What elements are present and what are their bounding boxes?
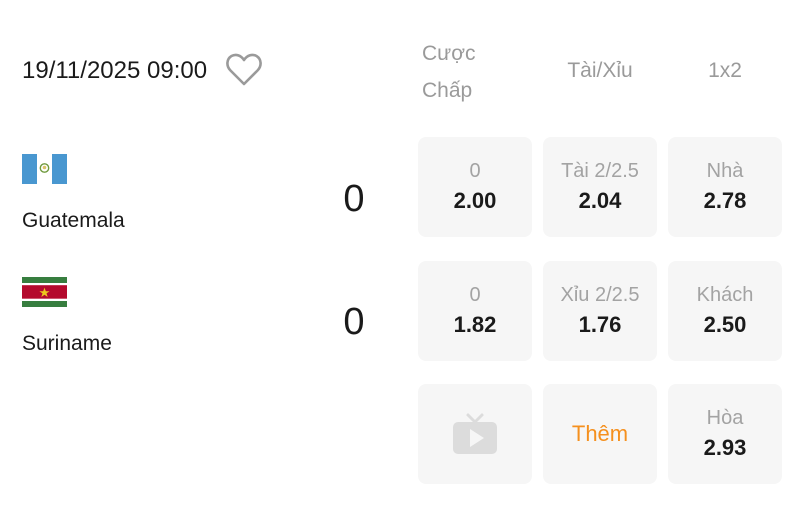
odds-label: Nhà: [706, 160, 744, 182]
odds-value: 2.04: [578, 188, 622, 213]
away-team-name: Suriname: [22, 332, 112, 355]
header-1x2: 1x2: [708, 59, 742, 82]
away-score: 0: [343, 301, 365, 343]
home-score: 0: [343, 178, 365, 220]
live-tv-button[interactable]: [418, 384, 532, 484]
header-handicap-line2: Chấp: [422, 79, 473, 102]
header-over-under: Tài/Xỉu: [567, 59, 633, 82]
odds-label: 0: [469, 160, 481, 182]
home-handicap-odds-button[interactable]: 0 2.00: [418, 137, 532, 237]
header-handicap: Cược Chấp: [422, 35, 502, 109]
away-handicap-odds-button[interactable]: 0 1.82: [418, 261, 532, 361]
odds-value: 1.82: [453, 312, 497, 337]
more-odds-button[interactable]: Thêm: [543, 384, 657, 484]
heart-outline-icon[interactable]: [224, 51, 264, 87]
guatemala-flag-icon: [22, 154, 67, 184]
more-label: Thêm: [571, 421, 629, 446]
header-handicap-line1: Cược: [422, 42, 476, 65]
odds-value: 2.93: [703, 435, 747, 460]
match-datetime: 19/11/2025 09:00: [22, 57, 208, 84]
odds-label: Tài 2/2.5: [561, 160, 639, 182]
draw-odds-button[interactable]: Hòa 2.93: [668, 384, 782, 484]
over-odds-button[interactable]: Tài 2/2.5 2.04: [543, 137, 657, 237]
away-win-odds-button[interactable]: Khách 2.50: [668, 261, 782, 361]
match-odds-panel: 19/11/2025 09:00 Cược Chấp Tài/Xỉu 1x2 G…: [0, 0, 800, 511]
odds-value: 2.78: [703, 188, 747, 213]
odds-label: 0: [469, 284, 481, 306]
tv-icon: [453, 413, 497, 454]
odds-label: Khách: [696, 284, 754, 306]
under-odds-button[interactable]: Xỉu 2/2.5 1.76: [543, 261, 657, 361]
odds-label: Hòa: [706, 407, 744, 429]
odds-value: 2.00: [453, 188, 497, 213]
odds-value: 2.50: [703, 312, 747, 337]
odds-label: Xỉu 2/2.5: [560, 284, 640, 306]
odds-value: 1.76: [578, 312, 622, 337]
home-win-odds-button[interactable]: Nhà 2.78: [668, 137, 782, 237]
home-team-name: Guatemala: [22, 209, 125, 232]
suriname-flag-icon: [22, 277, 67, 307]
